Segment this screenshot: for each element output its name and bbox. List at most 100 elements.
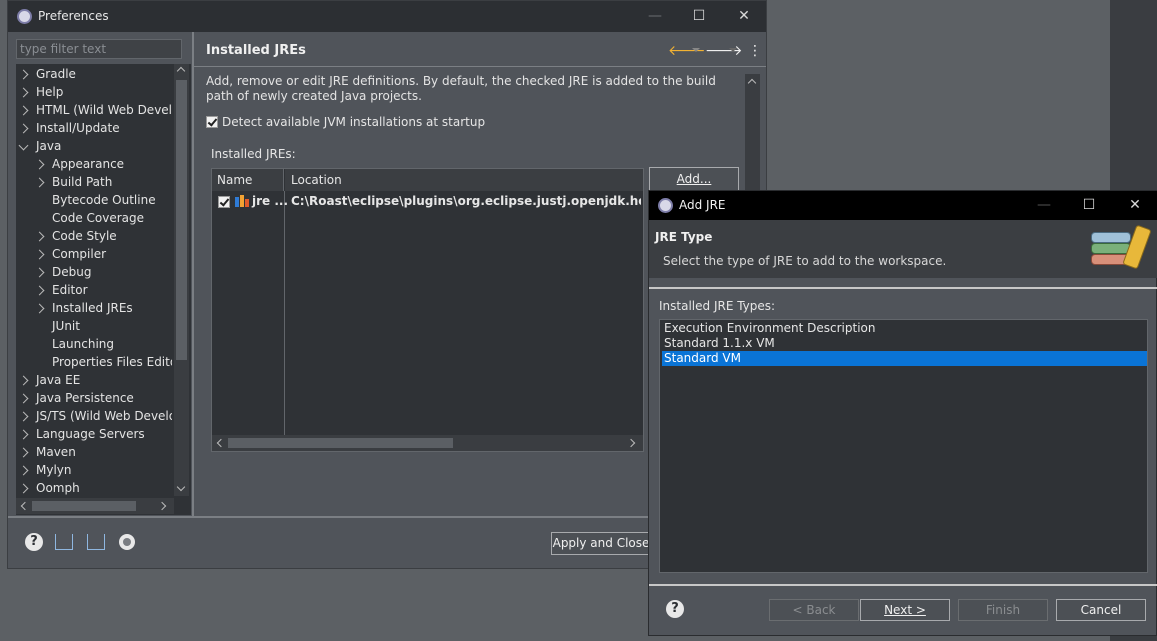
add-button[interactable]: Add...: [649, 167, 739, 191]
sash-divider[interactable]: [192, 32, 194, 517]
tree-horizontal-scrollbar[interactable]: [16, 498, 174, 514]
tree-item-label: Oomph: [36, 481, 80, 495]
hscroll-thumb[interactable]: [32, 501, 136, 511]
tree-item[interactable]: Launching: [16, 335, 172, 353]
tree-item-label: Code Coverage: [52, 211, 145, 225]
tree-item[interactable]: Mylyn: [16, 461, 172, 479]
table-scroll-left-icon[interactable]: [216, 438, 226, 448]
tree-item[interactable]: Properties Files Edito: [16, 353, 172, 371]
dialog-close-icon[interactable]: ✕: [1120, 194, 1150, 216]
chevron-right-icon[interactable]: [34, 177, 45, 188]
chevron-right-icon[interactable]: [18, 375, 29, 386]
chevron-right-icon[interactable]: [18, 411, 29, 422]
dialog-maximize-icon[interactable]: ☐: [1074, 194, 1104, 216]
tree-item[interactable]: Installed JREs: [16, 299, 172, 317]
tree-item[interactable]: Language Servers: [16, 425, 172, 443]
tree-item[interactable]: Help: [16, 83, 172, 101]
tree-item[interactable]: Compiler: [16, 245, 172, 263]
column-divider: [284, 191, 285, 435]
finish-button[interactable]: Finish: [958, 599, 1048, 621]
preferences-titlebar: Preferences — ☐ ✕: [8, 1, 766, 32]
list-item-standard-vm[interactable]: Standard VM: [662, 351, 1147, 366]
table-hscrollbar[interactable]: [212, 435, 643, 451]
chevron-right-icon[interactable]: [34, 267, 45, 278]
tree-item[interactable]: Java: [16, 137, 172, 155]
detect-jvm-checkbox[interactable]: [206, 116, 218, 128]
tree-item-label: Editor: [52, 283, 88, 297]
chevron-right-icon[interactable]: [34, 231, 45, 242]
chevron-right-icon[interactable]: [18, 393, 29, 404]
chevron-right-icon[interactable]: [18, 465, 29, 476]
add-jre-dialog: Add JRE — ☐ ✕ JRE Type Select the type o…: [648, 190, 1157, 636]
chevron-right-icon[interactable]: [18, 429, 29, 440]
scroll-right-icon[interactable]: [157, 501, 167, 511]
export-icon[interactable]: [87, 534, 105, 550]
tree-item[interactable]: Maven: [16, 443, 172, 461]
java-jre-icon: [235, 195, 249, 207]
close-icon[interactable]: ✕: [729, 5, 759, 27]
table-hscroll-thumb[interactable]: [228, 438, 453, 448]
table-scroll-right-icon[interactable]: [626, 438, 636, 448]
jre-row-checkbox[interactable]: [218, 196, 230, 208]
chevron-right-icon[interactable]: [18, 105, 29, 116]
tree-vertical-scrollbar[interactable]: [174, 64, 189, 496]
chevron-right-icon[interactable]: [34, 303, 45, 314]
tree-item-label: Compiler: [52, 247, 107, 261]
view-menu-icon[interactable]: ⋮: [748, 43, 762, 59]
list-item-standard-11x-vm[interactable]: Standard 1.1.x VM: [662, 336, 1147, 351]
tree-item[interactable]: Code Style: [16, 227, 172, 245]
chevron-right-icon[interactable]: [34, 249, 45, 260]
tree-item[interactable]: Editor: [16, 281, 172, 299]
maximize-icon[interactable]: ☐: [684, 5, 714, 27]
scroll-up-icon[interactable]: [176, 66, 186, 76]
page-scroll-up-icon[interactable]: [747, 78, 757, 88]
tree-item-label: Mylyn: [36, 463, 72, 477]
scroll-left-icon[interactable]: [20, 501, 30, 511]
chevron-right-icon[interactable]: [18, 483, 29, 494]
table-row[interactable]: jre ... C:\Roast\eclipse\plugins\org.ecl…: [212, 191, 643, 211]
chevron-right-icon[interactable]: [34, 285, 45, 296]
tree-item-label: Properties Files Edito: [52, 355, 172, 369]
chevron-right-icon[interactable]: [18, 87, 29, 98]
tree-item-label: Help: [36, 85, 64, 99]
filter-input[interactable]: type filter text: [16, 39, 182, 59]
tree-item[interactable]: JS/TS (Wild Web Develo: [16, 407, 172, 425]
dialog-help-icon[interactable]: ?: [666, 600, 684, 618]
detect-jvm-label: Detect available JVM installations at st…: [222, 115, 486, 129]
minimize-icon[interactable]: —: [640, 5, 670, 27]
tree-item[interactable]: Install/Update: [16, 119, 172, 137]
back-dropdown-icon[interactable]: [692, 48, 700, 52]
import-icon[interactable]: [55, 534, 73, 550]
oomph-icon[interactable]: [119, 534, 135, 550]
chevron-right-icon[interactable]: [18, 447, 29, 458]
chevron-right-icon[interactable]: [18, 69, 29, 80]
tree-item[interactable]: JUnit: [16, 317, 172, 335]
scroll-down-icon[interactable]: [176, 482, 186, 492]
dialog-minimize-icon[interactable]: —: [1029, 194, 1059, 216]
column-header-name[interactable]: Name: [212, 169, 284, 191]
tree-item[interactable]: Code Coverage: [16, 209, 172, 227]
chevron-down-icon[interactable]: [18, 140, 29, 151]
chevron-right-icon[interactable]: [18, 123, 29, 134]
tree-item[interactable]: Appearance: [16, 155, 172, 173]
tree-item[interactable]: Bytecode Outline: [16, 191, 172, 209]
next-button[interactable]: Next >: [860, 599, 950, 621]
scroll-thumb[interactable]: [176, 80, 187, 360]
books-icon: [1087, 224, 1153, 274]
list-item-execution-environment[interactable]: Execution Environment Description: [662, 321, 1147, 336]
cancel-button[interactable]: Cancel: [1056, 599, 1146, 621]
tree-item[interactable]: Java Persistence: [16, 389, 172, 407]
back-button[interactable]: < Back: [769, 599, 859, 621]
tree-item[interactable]: Oomph: [16, 479, 172, 497]
tree-item[interactable]: Gradle: [16, 65, 172, 83]
apply-and-close-button[interactable]: Apply and Close: [551, 532, 651, 555]
footer-divider: [649, 584, 1157, 586]
forward-dropdown-icon[interactable]: [729, 48, 737, 52]
column-header-location[interactable]: Location: [285, 169, 643, 191]
help-icon[interactable]: ?: [25, 533, 43, 551]
chevron-right-icon[interactable]: [34, 159, 45, 170]
tree-item[interactable]: Build Path: [16, 173, 172, 191]
tree-item[interactable]: Debug: [16, 263, 172, 281]
tree-item[interactable]: Java EE: [16, 371, 172, 389]
tree-item[interactable]: HTML (Wild Web Develo: [16, 101, 172, 119]
